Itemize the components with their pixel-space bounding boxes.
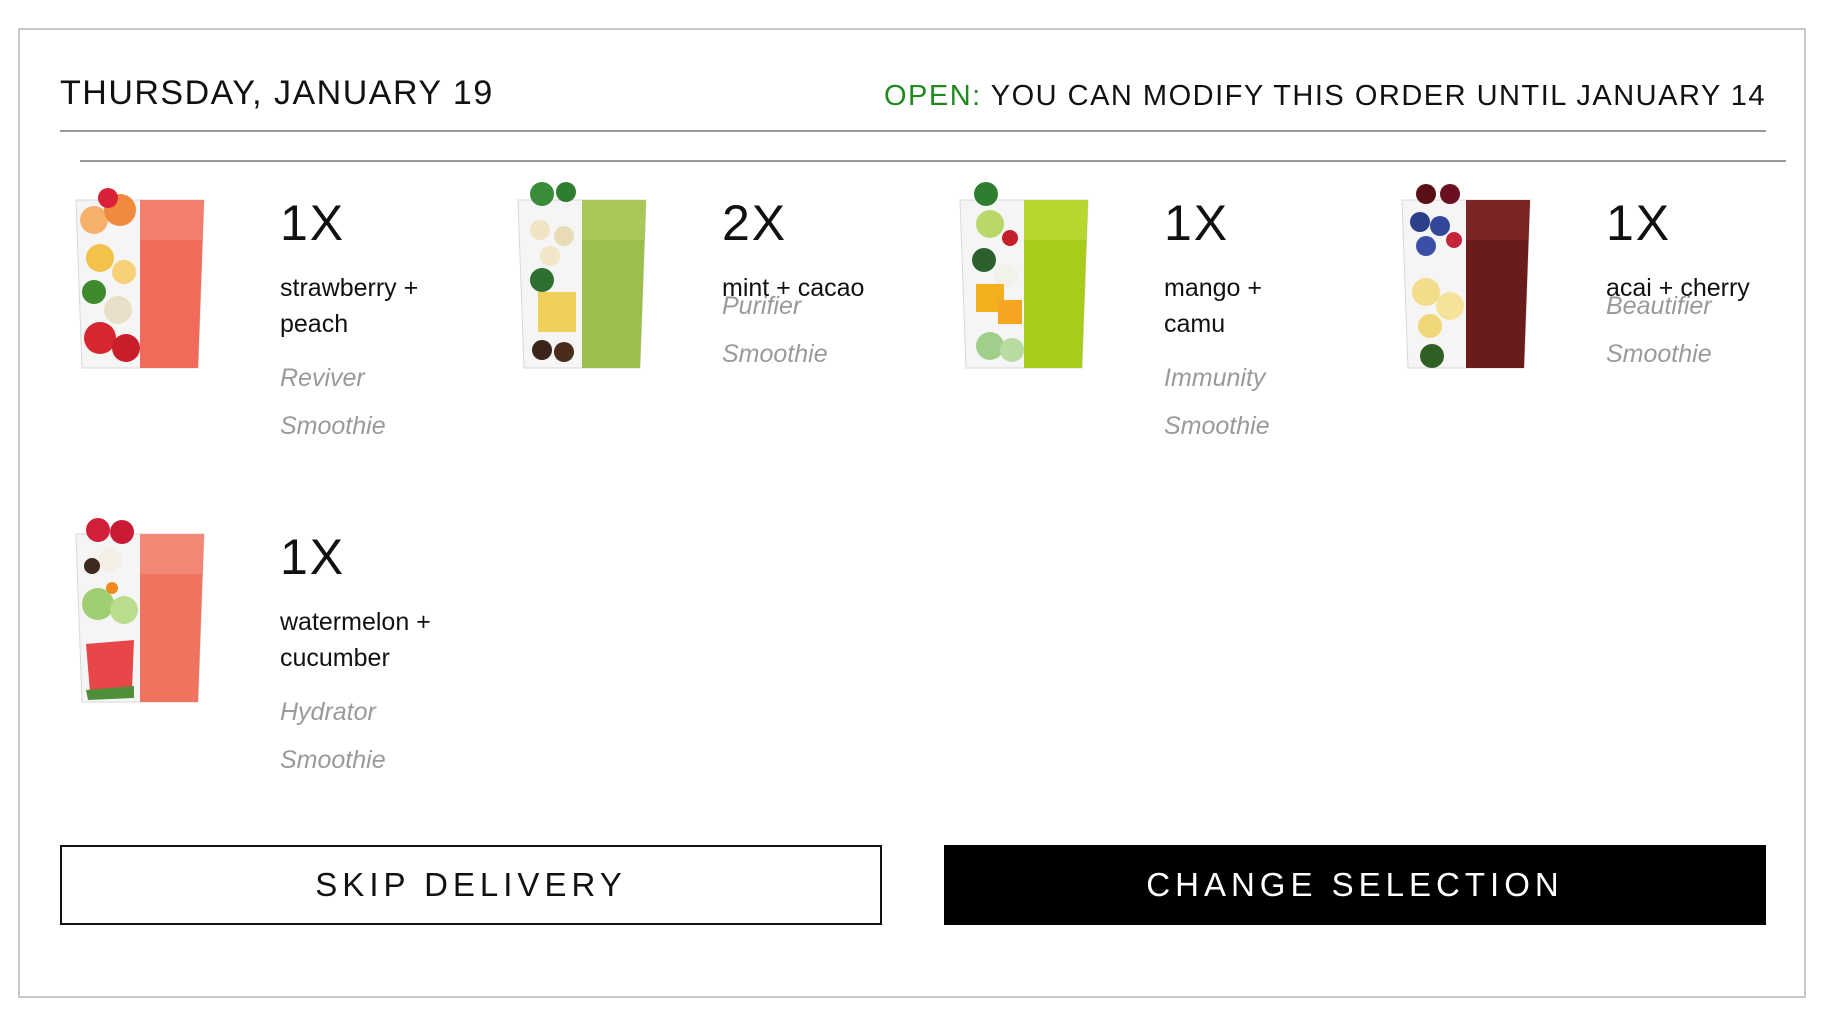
smoothie-type: Smoothie: [280, 412, 386, 440]
order-status: OPEN: YOU CAN MODIFY THIS ORDER UNTIL JA…: [884, 80, 1766, 113]
smoothie-type: Smoothie: [1606, 340, 1712, 368]
acai-cherry-smoothie-image: [1401, 184, 1531, 369]
quantity-label: 2X: [722, 195, 788, 251]
watermelon-cucumber-smoothie-image: [75, 518, 205, 703]
quantity-label: 1X: [280, 195, 346, 251]
change-selection-button[interactable]: CHANGE SELECTION: [944, 845, 1766, 925]
smoothie-category: Hydrator: [280, 698, 376, 726]
quantity-label: 1X: [1164, 195, 1230, 251]
smoothie-item[interactable]: 1X watermelon + cucumber Hydrator Smooth…: [60, 504, 480, 814]
smoothie-item[interactable]: 1X mango + camu Immunity Smoothie: [944, 170, 1364, 480]
smoothie-item[interactable]: 1X acai + cherry Beautifier Smoothie: [1386, 170, 1806, 480]
status-text: YOU CAN MODIFY THIS ORDER UNTIL JANUARY …: [981, 80, 1766, 112]
status-open-label: OPEN:: [883, 80, 982, 112]
smoothie-category: Immunity: [1164, 364, 1266, 392]
skip-delivery-button[interactable]: SKIP DELIVERY: [60, 845, 882, 925]
smoothie-item[interactable]: 2X mint + cacao Purifier Smoothie: [502, 170, 922, 480]
quantity-label: 1X: [280, 529, 346, 585]
smoothie-info: 1X strawberry + peach Reviver Smoothie: [280, 198, 480, 450]
order-header-content: THURSDAY, JANUARY 19 OPEN: YOU CAN MODIF…: [60, 60, 1766, 132]
smoothie-type: Smoothie: [280, 746, 386, 774]
smoothie-type: Smoothie: [722, 340, 828, 368]
quantity-label: 1X: [1606, 195, 1672, 251]
smoothie-name: mango + camu: [1164, 274, 1262, 338]
smoothie-info: 1X acai + cherry Beautifier Smoothie: [1606, 198, 1806, 378]
mint-cacao-smoothie-image: [517, 182, 647, 369]
smoothie-name: strawberry + peach: [280, 274, 419, 338]
smoothie-item[interactable]: 1X strawberry + peach Reviver Smoothie: [60, 170, 480, 480]
smoothie-category: Beautifier: [1606, 292, 1712, 320]
mango-camu-smoothie-image: [959, 182, 1089, 369]
smoothie-category: Reviver: [280, 364, 365, 392]
delivery-date: THURSDAY, JANUARY 19: [60, 74, 494, 112]
smoothie-type: Smoothie: [1164, 412, 1270, 440]
smoothie-name: watermelon + cucumber: [280, 608, 431, 672]
smoothie-info: 1X watermelon + cucumber Hydrator Smooth…: [280, 532, 480, 784]
strawberry-peach-smoothie-image: [75, 188, 205, 369]
smoothie-info: 2X mint + cacao Purifier Smoothie: [722, 198, 922, 378]
smoothie-info: 1X mango + camu Immunity Smoothie: [1164, 198, 1364, 450]
